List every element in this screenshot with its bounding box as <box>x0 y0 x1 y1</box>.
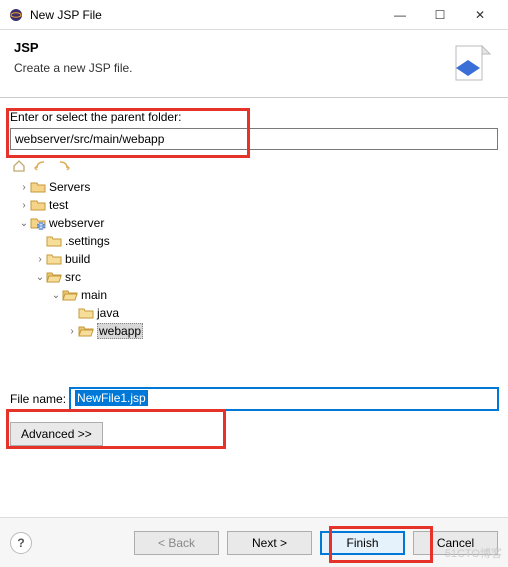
expander-icon[interactable]: ⌄ <box>34 272 46 283</box>
body-area: Enter or select the parent folder: › Serv… <box>0 98 508 450</box>
next-button[interactable]: Next > <box>227 531 312 555</box>
tree-node-label: java <box>97 306 119 320</box>
tree-node[interactable]: ⌄ main <box>10 286 498 304</box>
button-bar: ? < Back Next > Finish Cancel <box>0 517 508 567</box>
expander-icon[interactable]: ⌄ <box>18 218 30 229</box>
finish-button[interactable]: Finish <box>320 531 405 555</box>
tree-node[interactable]: › webapp <box>10 322 498 340</box>
folder-open-icon <box>62 287 78 303</box>
home-icon[interactable] <box>10 158 28 174</box>
parent-folder-label: Enter or select the parent folder: <box>10 110 498 124</box>
tree-node-label: main <box>81 288 107 302</box>
tree-node-label: build <box>65 252 90 266</box>
tree-toolbar <box>10 156 498 176</box>
filename-input[interactable]: NewFile1.jsp <box>70 388 498 410</box>
folder-tree[interactable]: ›Servers›test⌄webserver.settings›build⌄s… <box>10 178 498 378</box>
close-button[interactable]: ✕ <box>460 1 500 29</box>
tree-node-label: src <box>65 270 81 284</box>
wizard-header: JSP Create a new JSP file. <box>0 30 508 98</box>
tree-node[interactable]: › Servers <box>10 178 498 196</box>
folder-icon <box>46 233 62 249</box>
watermark: 51CTO博客 <box>445 545 502 561</box>
tree-node[interactable]: › build <box>10 250 498 268</box>
tree-node-label: webapp <box>97 323 143 339</box>
tree-node[interactable]: .settings <box>10 232 498 250</box>
expander-icon[interactable]: › <box>66 326 78 337</box>
parent-folder-input[interactable] <box>10 128 498 150</box>
back-arrow-icon[interactable] <box>32 158 50 174</box>
project-icon <box>30 179 46 195</box>
back-button[interactable]: < Back <box>134 531 219 555</box>
title-bar: New JSP File — ☐ ✕ <box>0 0 508 30</box>
expander-icon[interactable]: › <box>18 200 30 211</box>
expander-icon[interactable]: › <box>18 182 30 193</box>
jsp-file-icon <box>450 42 494 86</box>
tree-node-label: test <box>49 198 68 212</box>
help-button[interactable]: ? <box>10 532 32 554</box>
maximize-button[interactable]: ☐ <box>420 1 460 29</box>
expander-icon[interactable]: › <box>34 254 46 265</box>
eclipse-icon <box>8 7 24 23</box>
tree-node[interactable]: › test <box>10 196 498 214</box>
folder-icon <box>46 251 62 267</box>
tree-node-label: webserver <box>49 216 104 230</box>
folder-open-icon <box>46 269 62 285</box>
tree-node[interactable]: ⌄ src <box>10 268 498 286</box>
folder-open-icon <box>78 323 94 339</box>
advanced-button[interactable]: Advanced >> <box>10 422 103 446</box>
filename-label: File name: <box>10 392 66 406</box>
page-subtitle: Create a new JSP file. <box>14 61 494 75</box>
folder-icon <box>78 305 94 321</box>
tree-node[interactable]: java <box>10 304 498 322</box>
page-title: JSP <box>14 40 494 55</box>
webproject-icon <box>30 215 46 231</box>
tree-node-label: .settings <box>65 234 110 248</box>
tree-node[interactable]: ⌄ webserver <box>10 214 498 232</box>
tree-node-label: Servers <box>49 180 90 194</box>
expander-icon[interactable]: ⌄ <box>50 290 62 301</box>
window-title: New JSP File <box>30 8 380 22</box>
minimize-button[interactable]: — <box>380 1 420 29</box>
project-icon <box>30 197 46 213</box>
forward-arrow-icon[interactable] <box>54 158 72 174</box>
